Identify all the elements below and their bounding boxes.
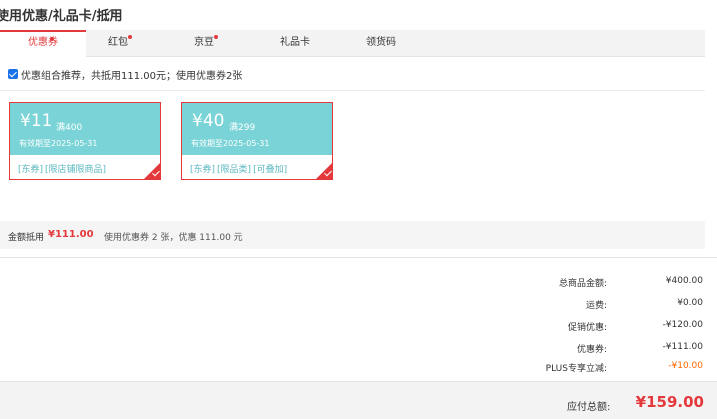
price-label: PLUS专享立减: — [545, 364, 607, 374]
coupon-tag: [东券] — [190, 165, 216, 175]
coupon-card[interactable]: ¥11 满400 有效期至2025-05-31 [东券] [限店铺限商品] — [9, 102, 161, 180]
coupon-amount: ¥11 — [20, 111, 53, 131]
summary-label: 金额抵用 — [8, 233, 45, 243]
tab-label: 红包 — [108, 37, 128, 48]
coupon-face: ¥40 满299 有效期至2025-05-31 — [182, 103, 332, 155]
divider — [0, 257, 717, 258]
total-value: ¥159.00 — [635, 393, 704, 411]
coupon-condition: 满299 — [229, 123, 256, 133]
price-value: -¥111.00 — [662, 342, 703, 352]
discount-tabs: 优惠券 红包 京豆 礼品卡 领货码 — [0, 30, 705, 58]
tab-redeem-code[interactable]: 领货码 — [338, 30, 424, 57]
tab-jingdou[interactable]: 京豆 — [161, 30, 247, 57]
discount-summary: 金额抵用 ¥111.00 使用优惠券 2 张，优惠 111.00 元 — [0, 221, 705, 249]
price-label: 运费: — [585, 301, 607, 311]
coupon-tag: [东券] — [18, 165, 44, 175]
chevron-up-icon[interactable] — [105, 6, 117, 18]
tab-label: 礼品卡 — [280, 37, 310, 48]
notification-dot-icon — [128, 35, 132, 39]
price-value: -¥120.00 — [662, 320, 703, 330]
total-label: 应付总额: — [567, 402, 611, 413]
summary-description: 使用优惠券 2 张，优惠 111.00 元 — [104, 233, 243, 243]
notification-dot-icon — [50, 37, 54, 41]
tab-gift-cards[interactable]: 礼品卡 — [252, 30, 338, 57]
coupon-tag: [限店铺限商品] — [45, 165, 107, 175]
discount-section-header[interactable]: 使用优惠/礼品卡/抵用 — [0, 0, 717, 28]
tab-coupons[interactable]: 优惠券 — [0, 30, 86, 58]
price-label: 总商品金额: — [558, 279, 607, 289]
price-row-plus: PLUS专享立减: -¥10.00 — [0, 361, 705, 375]
recommend-combo[interactable]: 优惠组合推荐，共抵用111.00元；使用优惠券2张 — [8, 67, 243, 82]
tab-label: 京豆 — [194, 37, 214, 48]
coupon-card[interactable]: ¥40 满299 有效期至2025-05-31 [东券] [限品类] [可叠加] — [181, 102, 333, 180]
summary-amount: ¥111.00 — [48, 229, 94, 240]
divider — [0, 90, 705, 91]
price-row-promotion: 促销优惠: -¥120.00 — [0, 320, 705, 334]
price-row-shipping: 运费: ¥0.00 — [0, 298, 705, 312]
price-label: 促销优惠: — [567, 323, 607, 333]
price-row-coupon: 优惠券: -¥111.00 — [0, 342, 705, 356]
coupon-tag: [限品类] — [217, 165, 252, 175]
coupon-tag: [可叠加] — [253, 165, 288, 175]
coupon-face: ¥11 满400 有效期至2025-05-31 — [10, 103, 160, 155]
coupon-amount: ¥40 — [192, 111, 225, 131]
coupon-expire: 有效期至2025-05-31 — [191, 139, 270, 148]
price-label: 优惠券: — [576, 345, 607, 355]
price-value: ¥400.00 — [665, 276, 703, 286]
price-value: -¥10.00 — [668, 361, 703, 371]
coupon-tags: [东券] [限店铺限商品] — [18, 162, 108, 175]
price-row-goods-total: 总商品金额: ¥400.00 — [0, 276, 705, 290]
notification-dot-icon — [214, 35, 218, 39]
recommend-text: 优惠组合推荐，共抵用111.00元；使用优惠券2张 — [21, 70, 243, 82]
price-value: ¥0.00 — [677, 298, 703, 308]
coupon-tags: [东券] [限品类] [可叠加] — [190, 162, 289, 175]
coupon-expire: 有效期至2025-05-31 — [19, 139, 98, 148]
coupon-condition: 满400 — [56, 123, 83, 133]
checkbox-checked-icon[interactable] — [8, 69, 18, 79]
tab-label: 领货码 — [366, 37, 396, 48]
total-bar: 应付总额: ¥159.00 — [0, 381, 717, 419]
tab-red-packets[interactable]: 红包 — [75, 30, 161, 57]
